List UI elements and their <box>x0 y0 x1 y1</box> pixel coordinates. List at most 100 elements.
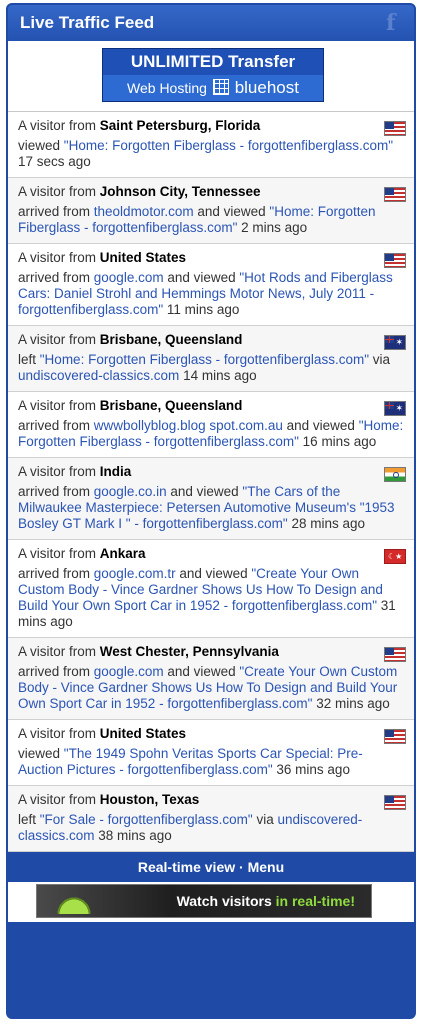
feed-item-activity: viewed "The 1949 Spohn Veritas Sports Ca… <box>18 746 406 778</box>
promo-text-b: in real-time! <box>275 893 355 909</box>
feed-text: and viewed <box>175 566 252 581</box>
feed-item: A visitor from Houston, Texas left "For S… <box>8 786 414 852</box>
visitor-prefix: A visitor from <box>18 398 97 413</box>
feed-text: via <box>252 812 278 827</box>
flag-au-icon <box>384 335 406 350</box>
feed-item: A visitor from Brisbane, Queensland arriv… <box>8 392 414 458</box>
feed-link[interactable]: theoldmotor.com <box>94 204 194 219</box>
feed-item-heading: A visitor from Brisbane, Queensland <box>18 398 406 414</box>
feed-item-heading: A visitor from West Chester, Pennsylvani… <box>18 644 406 660</box>
promo-text-a: Watch visitors <box>176 893 276 909</box>
feed-item-heading: A visitor from India <box>18 464 406 480</box>
feed-item: A visitor from Saint Petersburg, Florida… <box>8 112 414 178</box>
flag-us-icon <box>384 795 406 810</box>
feed-text: arrived from <box>18 484 94 499</box>
bluehost-grid-icon <box>212 79 229 95</box>
feed-text: and viewed <box>166 484 243 499</box>
feed-text: viewed <box>18 746 64 761</box>
feed-link[interactable]: google.com <box>94 664 164 679</box>
footer-separator: · <box>235 859 248 875</box>
ad-top-label: UNLIMITED Transfer <box>130 52 296 71</box>
feed-text: 36 mins ago <box>272 762 350 777</box>
visitor-location: Houston, Texas <box>99 792 200 807</box>
feed-text: 17 secs ago <box>18 154 91 169</box>
flag-au-icon <box>384 401 406 416</box>
feed-link[interactable]: undiscovered-classics.com <box>18 368 179 383</box>
feed-text: and viewed <box>282 418 359 433</box>
feed-link[interactable]: "Home: Forgotten Fiberglass - forgottenf… <box>64 138 393 153</box>
feed-text: 16 mins ago <box>298 434 377 449</box>
feed-link[interactable]: "For Sale - forgottenfiberglass.com" <box>40 812 253 827</box>
visitor-prefix: A visitor from <box>18 118 97 133</box>
ad-banner-container: UNLIMITED Transfer Web Hosting bluehost <box>8 41 414 112</box>
feed-text: and viewed <box>193 204 270 219</box>
visitor-location: Brisbane, Queensland <box>99 398 243 413</box>
widget-header: Live Traffic Feed f <box>8 5 414 41</box>
feed-item-activity: arrived from theoldmotor.com and viewed … <box>18 204 406 236</box>
feed-item-activity: left "Home: Forgotten Fiberglass - forgo… <box>18 352 406 384</box>
realtime-view-link[interactable]: Real-time view <box>138 859 235 875</box>
feed-text: via <box>369 352 391 367</box>
visitor-location: India <box>99 464 132 479</box>
feed-text: arrived from <box>18 204 94 219</box>
feed-item-activity: arrived from google.com and viewed "Crea… <box>18 664 406 712</box>
visitor-location: United States <box>99 250 187 265</box>
visitor-location: West Chester, Pennsylvania <box>99 644 279 659</box>
feed-link[interactable]: "Home: Forgotten Fiberglass - forgottenf… <box>40 352 369 367</box>
feed-link[interactable]: google.com.tr <box>94 566 176 581</box>
feed-item-heading: A visitor from United States <box>18 726 406 742</box>
feed-text: 11 mins ago <box>163 302 240 317</box>
feed-text: left <box>18 352 40 367</box>
visitor-prefix: A visitor from <box>18 726 97 741</box>
visitor-location: Saint Petersburg, Florida <box>99 118 261 133</box>
feed-item-activity: arrived from wwwbollyblog.blog spot.com.… <box>18 418 406 450</box>
flag-in-icon <box>384 467 406 482</box>
promo-banner-container: Watch visitors in real-time! <box>8 882 414 922</box>
flag-us-icon <box>384 253 406 268</box>
feed-item-heading: A visitor from Houston, Texas <box>18 792 406 808</box>
ad-web-hosting-label: Web Hosting <box>127 80 207 96</box>
visitor-prefix: A visitor from <box>18 250 97 265</box>
visitor-prefix: A visitor from <box>18 332 97 347</box>
feed-link[interactable]: wwwbollyblog.blog spot.com.au <box>94 418 283 433</box>
feed-item: A visitor from United States viewed "The … <box>8 720 414 786</box>
flag-us-icon <box>384 729 406 744</box>
feed-item-heading: A visitor from Johnson City, Tennessee <box>18 184 406 200</box>
widget-title: Live Traffic Feed <box>20 13 155 32</box>
bluehost-ad-banner[interactable]: UNLIMITED Transfer Web Hosting bluehost <box>102 48 324 102</box>
visitor-prefix: A visitor from <box>18 644 97 659</box>
flag-us-icon <box>384 187 406 202</box>
visitor-location: Ankara <box>99 546 146 561</box>
feed-item-activity: arrived from google.com.tr and viewed "C… <box>18 566 406 630</box>
feed-item-activity: arrived from google.co.in and viewed "Th… <box>18 484 406 532</box>
feed-item-activity: viewed "Home: Forgotten Fiberglass - for… <box>18 138 406 170</box>
flag-us-icon <box>384 121 406 136</box>
feed-text: viewed <box>18 138 64 153</box>
feed-link[interactable]: google.com <box>94 270 164 285</box>
menu-link[interactable]: Menu <box>248 859 285 875</box>
feed-item-heading: A visitor from Brisbane, Queensland <box>18 332 406 348</box>
visitor-prefix: A visitor from <box>18 464 97 479</box>
ad-bluehost-label: bluehost <box>234 78 299 97</box>
feed-item: A visitor from United States arrived from… <box>8 244 414 326</box>
flag-us-icon <box>384 647 406 662</box>
visitor-prefix: A visitor from <box>18 792 97 807</box>
feed-list: A visitor from Saint Petersburg, Florida… <box>8 112 414 852</box>
widget-footer: Real-time view · Menu <box>8 852 414 882</box>
feed-text: and viewed <box>163 664 240 679</box>
watch-visitors-promo[interactable]: Watch visitors in real-time! <box>36 884 372 918</box>
ad-bottom-row: Web Hosting bluehost <box>103 75 323 101</box>
feed-link[interactable]: google.co.in <box>94 484 167 499</box>
visitor-location: Brisbane, Queensland <box>99 332 243 347</box>
feed-text: 38 mins ago <box>94 828 172 843</box>
feed-text: 28 mins ago <box>287 516 365 531</box>
visitor-prefix: A visitor from <box>18 546 97 561</box>
feed-item-heading: A visitor from United States <box>18 250 406 266</box>
feed-text: arrived from <box>18 566 94 581</box>
facebook-icon[interactable]: f <box>386 11 404 35</box>
feed-text: arrived from <box>18 664 94 679</box>
feed-text: 2 mins ago <box>237 220 308 235</box>
feed-text: and viewed <box>163 270 240 285</box>
feed-item: A visitor from Ankara arrived from google… <box>8 540 414 638</box>
feed-item: A visitor from Johnson City, Tennessee ar… <box>8 178 414 244</box>
